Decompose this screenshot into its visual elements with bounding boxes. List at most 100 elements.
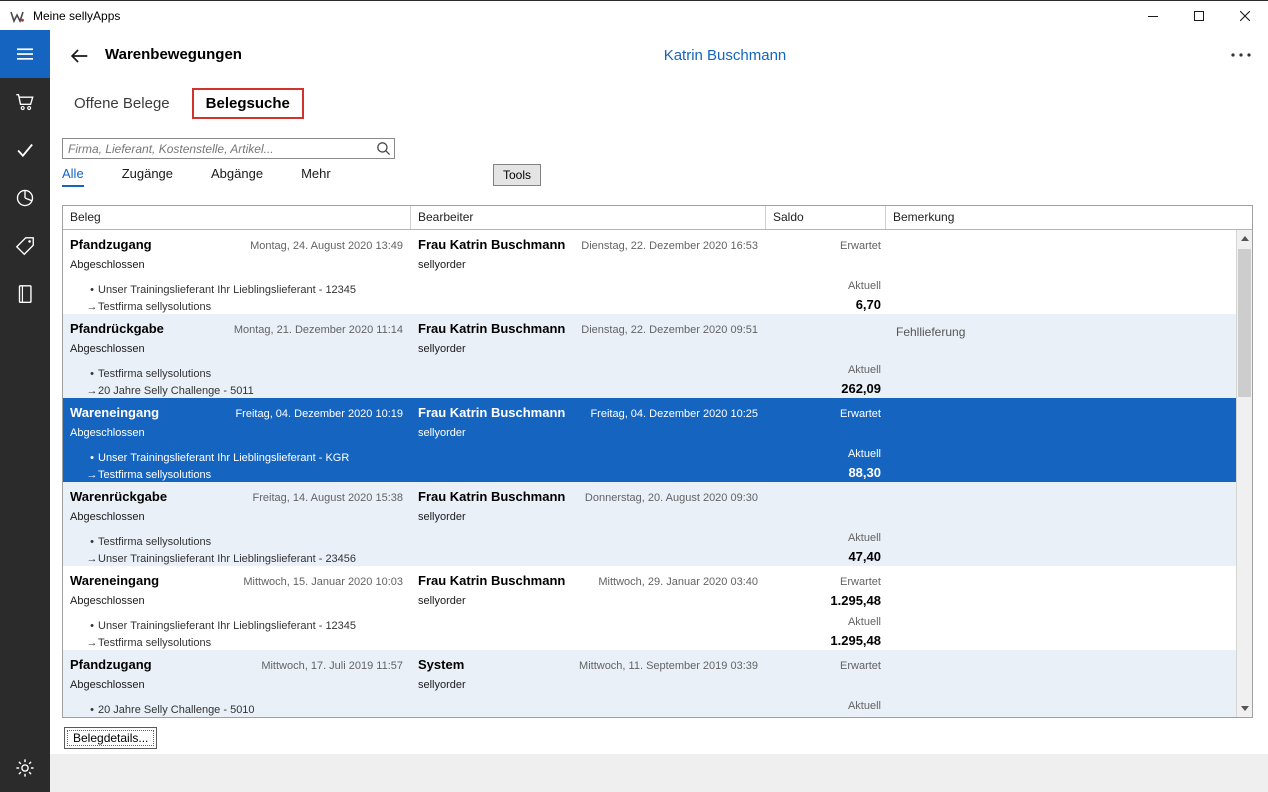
saldo-expected-value: 1.295,48	[766, 592, 881, 612]
editor-date: Mittwoch, 11. September 2019 03:39	[579, 660, 758, 672]
document-status: Abgeschlossen	[70, 343, 403, 358]
parties: •Unser Trainingslieferant Ihr Lieblingsl…	[70, 617, 403, 650]
more-options-button[interactable]	[1230, 50, 1252, 60]
minimize-button[interactable]	[1130, 1, 1176, 30]
editor-date: Donnerstag, 20. August 2020 09:30	[585, 492, 758, 504]
user-name: Katrin Buschmann	[182, 47, 1268, 64]
party-line: →Testfirma sellysolutions	[70, 634, 403, 650]
saldo-expected-value	[766, 676, 881, 696]
party-line: •Unser Trainingslieferant Ihr Lieblingsl…	[70, 449, 403, 466]
hamburger-icon	[15, 44, 35, 64]
tools-button[interactable]: Tools	[493, 164, 541, 186]
document-type: Pfandzugang	[70, 237, 152, 252]
party-name: Unser Trainingslieferant Ihr Lieblingsli…	[98, 553, 356, 565]
document-type: Wareneingang	[70, 573, 159, 588]
tab-belegsuche[interactable]: Belegsuche	[192, 88, 304, 119]
ellipsis-icon	[1230, 52, 1252, 58]
bullet-icon: •	[86, 620, 98, 632]
scrollbar-thumb[interactable]	[1238, 249, 1251, 397]
sidebar-item-prices[interactable]	[0, 222, 50, 270]
document-status: Abgeschlossen	[70, 511, 403, 526]
bullet-icon: •	[86, 536, 98, 548]
party-name: 20 Jahre Selly Challenge - 5010	[98, 704, 255, 716]
menu-toggle-button[interactable]	[0, 30, 50, 78]
maximize-button[interactable]	[1176, 1, 1222, 30]
table-row[interactable]: Pfandrückgabe Montag, 21. Dezember 2020 …	[63, 314, 1236, 398]
filter-alle[interactable]: Alle	[62, 166, 84, 187]
filter-zugaenge[interactable]: Zugänge	[122, 166, 173, 185]
saldo-actual-label: Aktuell	[766, 444, 881, 464]
column-header-bearbeiter[interactable]: Bearbeiter	[411, 206, 766, 229]
bullet-icon: •	[86, 284, 98, 296]
back-button[interactable]	[66, 43, 92, 69]
table-row[interactable]: Wareneingang Freitag, 04. Dezember 2020 …	[63, 398, 1236, 482]
table-row[interactable]: Pfandzugang Mittwoch, 17. Juli 2019 11:5…	[63, 650, 1236, 717]
bearbeiter-cell: Frau Katrin Buschmann Dienstag, 22. Deze…	[411, 230, 766, 314]
pie-chart-icon	[14, 187, 36, 209]
check-icon	[14, 139, 36, 161]
party-name: 20 Jahre Selly Challenge - 5011	[98, 385, 254, 397]
saldo-expected-label: Erwartet	[766, 572, 881, 592]
party-line: →Testfirma sellysolutions	[70, 298, 403, 314]
document-type: Warenrückgabe	[70, 489, 167, 504]
parties: •Testfirma sellysolutions→20 Jahre Selly…	[70, 365, 403, 398]
saldo-cell: Erwartet Aktuell 2,60	[766, 650, 886, 717]
party-name: Testfirma sellysolutions	[98, 536, 211, 548]
table-row[interactable]: Pfandzugang Montag, 24. August 2020 13:4…	[63, 230, 1236, 314]
bearbeiter-cell: Frau Katrin Buschmann Dienstag, 22. Deze…	[411, 314, 766, 398]
vertical-scrollbar[interactable]	[1236, 230, 1252, 717]
sidebar-item-tasks[interactable]	[0, 126, 50, 174]
document-type: Wareneingang	[70, 405, 159, 420]
table-row[interactable]: Wareneingang Mittwoch, 15. Januar 2020 1…	[63, 566, 1236, 650]
movements-table: Beleg Bearbeiter Saldo Bemerkung Pfandzu…	[62, 205, 1253, 718]
scroll-down-button[interactable]	[1237, 700, 1252, 717]
party-name: Unser Trainingslieferant Ihr Lieblingsli…	[98, 452, 349, 464]
editor-app: sellyorder	[418, 511, 758, 523]
editor-app: sellyorder	[418, 679, 758, 691]
document-details-button[interactable]: Belegdetails...	[64, 727, 157, 749]
sidebar-item-journal[interactable]	[0, 270, 50, 318]
table-row[interactable]: Warenrückgabe Freitag, 14. August 2020 1…	[63, 482, 1236, 566]
app-header: Warenbewegungen Katrin Buschmann	[50, 30, 1268, 82]
tab-bar: Offene Belege Belegsuche	[62, 86, 314, 120]
document-date: Mittwoch, 17. Juli 2019 11:57	[261, 660, 403, 672]
column-header-beleg[interactable]: Beleg	[63, 206, 411, 229]
sidebar-item-settings[interactable]	[0, 744, 50, 792]
party-name: Unser Trainingslieferant Ihr Lieblingsli…	[98, 284, 356, 296]
scroll-up-button[interactable]	[1237, 230, 1252, 247]
document-type: Pfandrückgabe	[70, 321, 164, 336]
arrow-icon: →	[86, 385, 98, 397]
sidebar	[0, 30, 50, 792]
search-icon[interactable]	[376, 141, 391, 156]
saldo-expected-label	[766, 488, 881, 508]
close-button[interactable]	[1222, 1, 1268, 30]
sidebar-item-orders[interactable]	[0, 78, 50, 126]
sidebar-item-reports[interactable]	[0, 174, 50, 222]
party-name: Testfirma sellysolutions	[98, 637, 211, 649]
tab-offene-belege[interactable]: Offene Belege	[62, 89, 182, 118]
filter-mehr[interactable]: Mehr	[301, 166, 331, 185]
app-icon	[9, 8, 25, 24]
column-header-saldo[interactable]: Saldo	[766, 206, 886, 229]
filter-abgaenge[interactable]: Abgänge	[211, 166, 263, 185]
bemerkung-cell	[886, 650, 1236, 717]
footer-area	[50, 754, 1268, 792]
search-input[interactable]	[62, 138, 395, 159]
party-name: Unser Trainingslieferant Ihr Lieblingsli…	[98, 620, 356, 632]
party-line: •20 Jahre Selly Challenge - 5010	[70, 701, 403, 717]
saldo-actual-value: 88,30	[766, 464, 881, 482]
filter-bar: Alle Zugänge Abgänge Mehr Tools	[62, 166, 1252, 192]
saldo-actual-value: 1.295,48	[766, 632, 881, 650]
editor-name: Frau Katrin Buschmann	[418, 489, 565, 504]
document-date: Montag, 24. August 2020 13:49	[250, 240, 403, 252]
saldo-cell: Erwartet 1.295,48 Aktuell 1.295,48	[766, 566, 886, 650]
editor-name: Frau Katrin Buschmann	[418, 321, 565, 336]
party-name: Testfirma sellysolutions	[98, 469, 211, 481]
saldo-actual-value: 2,60	[766, 716, 881, 717]
bemerkung-cell	[886, 566, 1236, 650]
party-line: •Unser Trainingslieferant Ihr Lieblingsl…	[70, 617, 403, 634]
saldo-actual-label: Aktuell	[766, 276, 881, 296]
column-header-bemerkung[interactable]: Bemerkung	[886, 206, 1252, 229]
tag-icon	[14, 235, 36, 257]
beleg-cell: Warenrückgabe Freitag, 14. August 2020 1…	[63, 482, 411, 566]
